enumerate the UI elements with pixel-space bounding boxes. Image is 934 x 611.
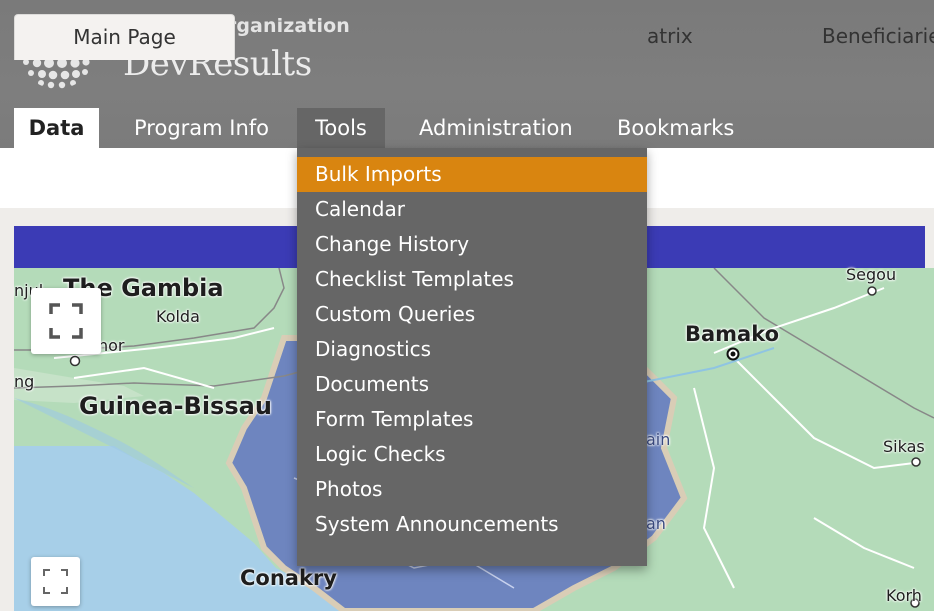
main-nav: Data Program Info Tools Administration B… bbox=[0, 108, 934, 148]
tab-data[interactable]: Data bbox=[14, 108, 99, 148]
menu-item-documents[interactable]: Documents bbox=[297, 367, 647, 402]
map-label-guinea-bissau: Guinea-Bissau bbox=[79, 392, 272, 420]
expand-icon bbox=[43, 569, 68, 594]
menu-item-system-announcements[interactable]: System Announcements bbox=[297, 507, 647, 542]
menu-item-bulk-imports[interactable]: Bulk Imports bbox=[297, 157, 647, 192]
map-label-ng: ng bbox=[14, 372, 35, 391]
menu-item-calendar[interactable]: Calendar bbox=[297, 192, 647, 227]
menu-item-custom-queries[interactable]: Custom Queries bbox=[297, 297, 647, 332]
tab-bookmarks[interactable]: Bookmarks bbox=[600, 108, 751, 148]
fullscreen-icon bbox=[49, 303, 83, 339]
tab-tools[interactable]: Tools bbox=[297, 108, 385, 148]
menu-item-photos[interactable]: Photos bbox=[297, 472, 647, 507]
tab-program-info[interactable]: Program Info bbox=[117, 108, 286, 148]
map-label-segou: Segou bbox=[846, 265, 897, 284]
menu-item-change-history[interactable]: Change History bbox=[297, 227, 647, 262]
menu-item-diagnostics[interactable]: Diagnostics bbox=[297, 332, 647, 367]
city-marker-icon[interactable] bbox=[867, 286, 877, 296]
map-expand-button[interactable] bbox=[31, 557, 80, 606]
tools-dropdown-menu: Bulk Imports Calendar Change History Che… bbox=[297, 148, 647, 566]
map-label-korh: Korh bbox=[886, 586, 922, 605]
map-label-an: an bbox=[646, 514, 666, 533]
subtab-beneficiaries[interactable]: Beneficiarie bbox=[822, 14, 934, 60]
subtab-main-page[interactable]: Main Page bbox=[14, 14, 235, 60]
map-label-conakry: Conakry bbox=[240, 566, 337, 590]
city-marker-icon[interactable] bbox=[69, 355, 81, 367]
map-fullscreen-button[interactable] bbox=[31, 288, 101, 354]
menu-item-checklist-templates[interactable]: Checklist Templates bbox=[297, 262, 647, 297]
city-marker-icon[interactable] bbox=[911, 457, 921, 467]
map-label-kolda: Kolda bbox=[156, 307, 200, 326]
map-label-ain: ain bbox=[646, 430, 671, 449]
tab-administration[interactable]: Administration bbox=[402, 108, 590, 148]
subtab-matrix[interactable]: atrix bbox=[647, 14, 693, 60]
menu-item-logic-checks[interactable]: Logic Checks bbox=[297, 437, 647, 472]
menu-item-form-templates[interactable]: Form Templates bbox=[297, 402, 647, 437]
map-label-nor: nor bbox=[98, 336, 125, 355]
map-label-sikasso: Sikas bbox=[883, 437, 925, 456]
map-label-bamako: Bamako bbox=[685, 322, 780, 346]
